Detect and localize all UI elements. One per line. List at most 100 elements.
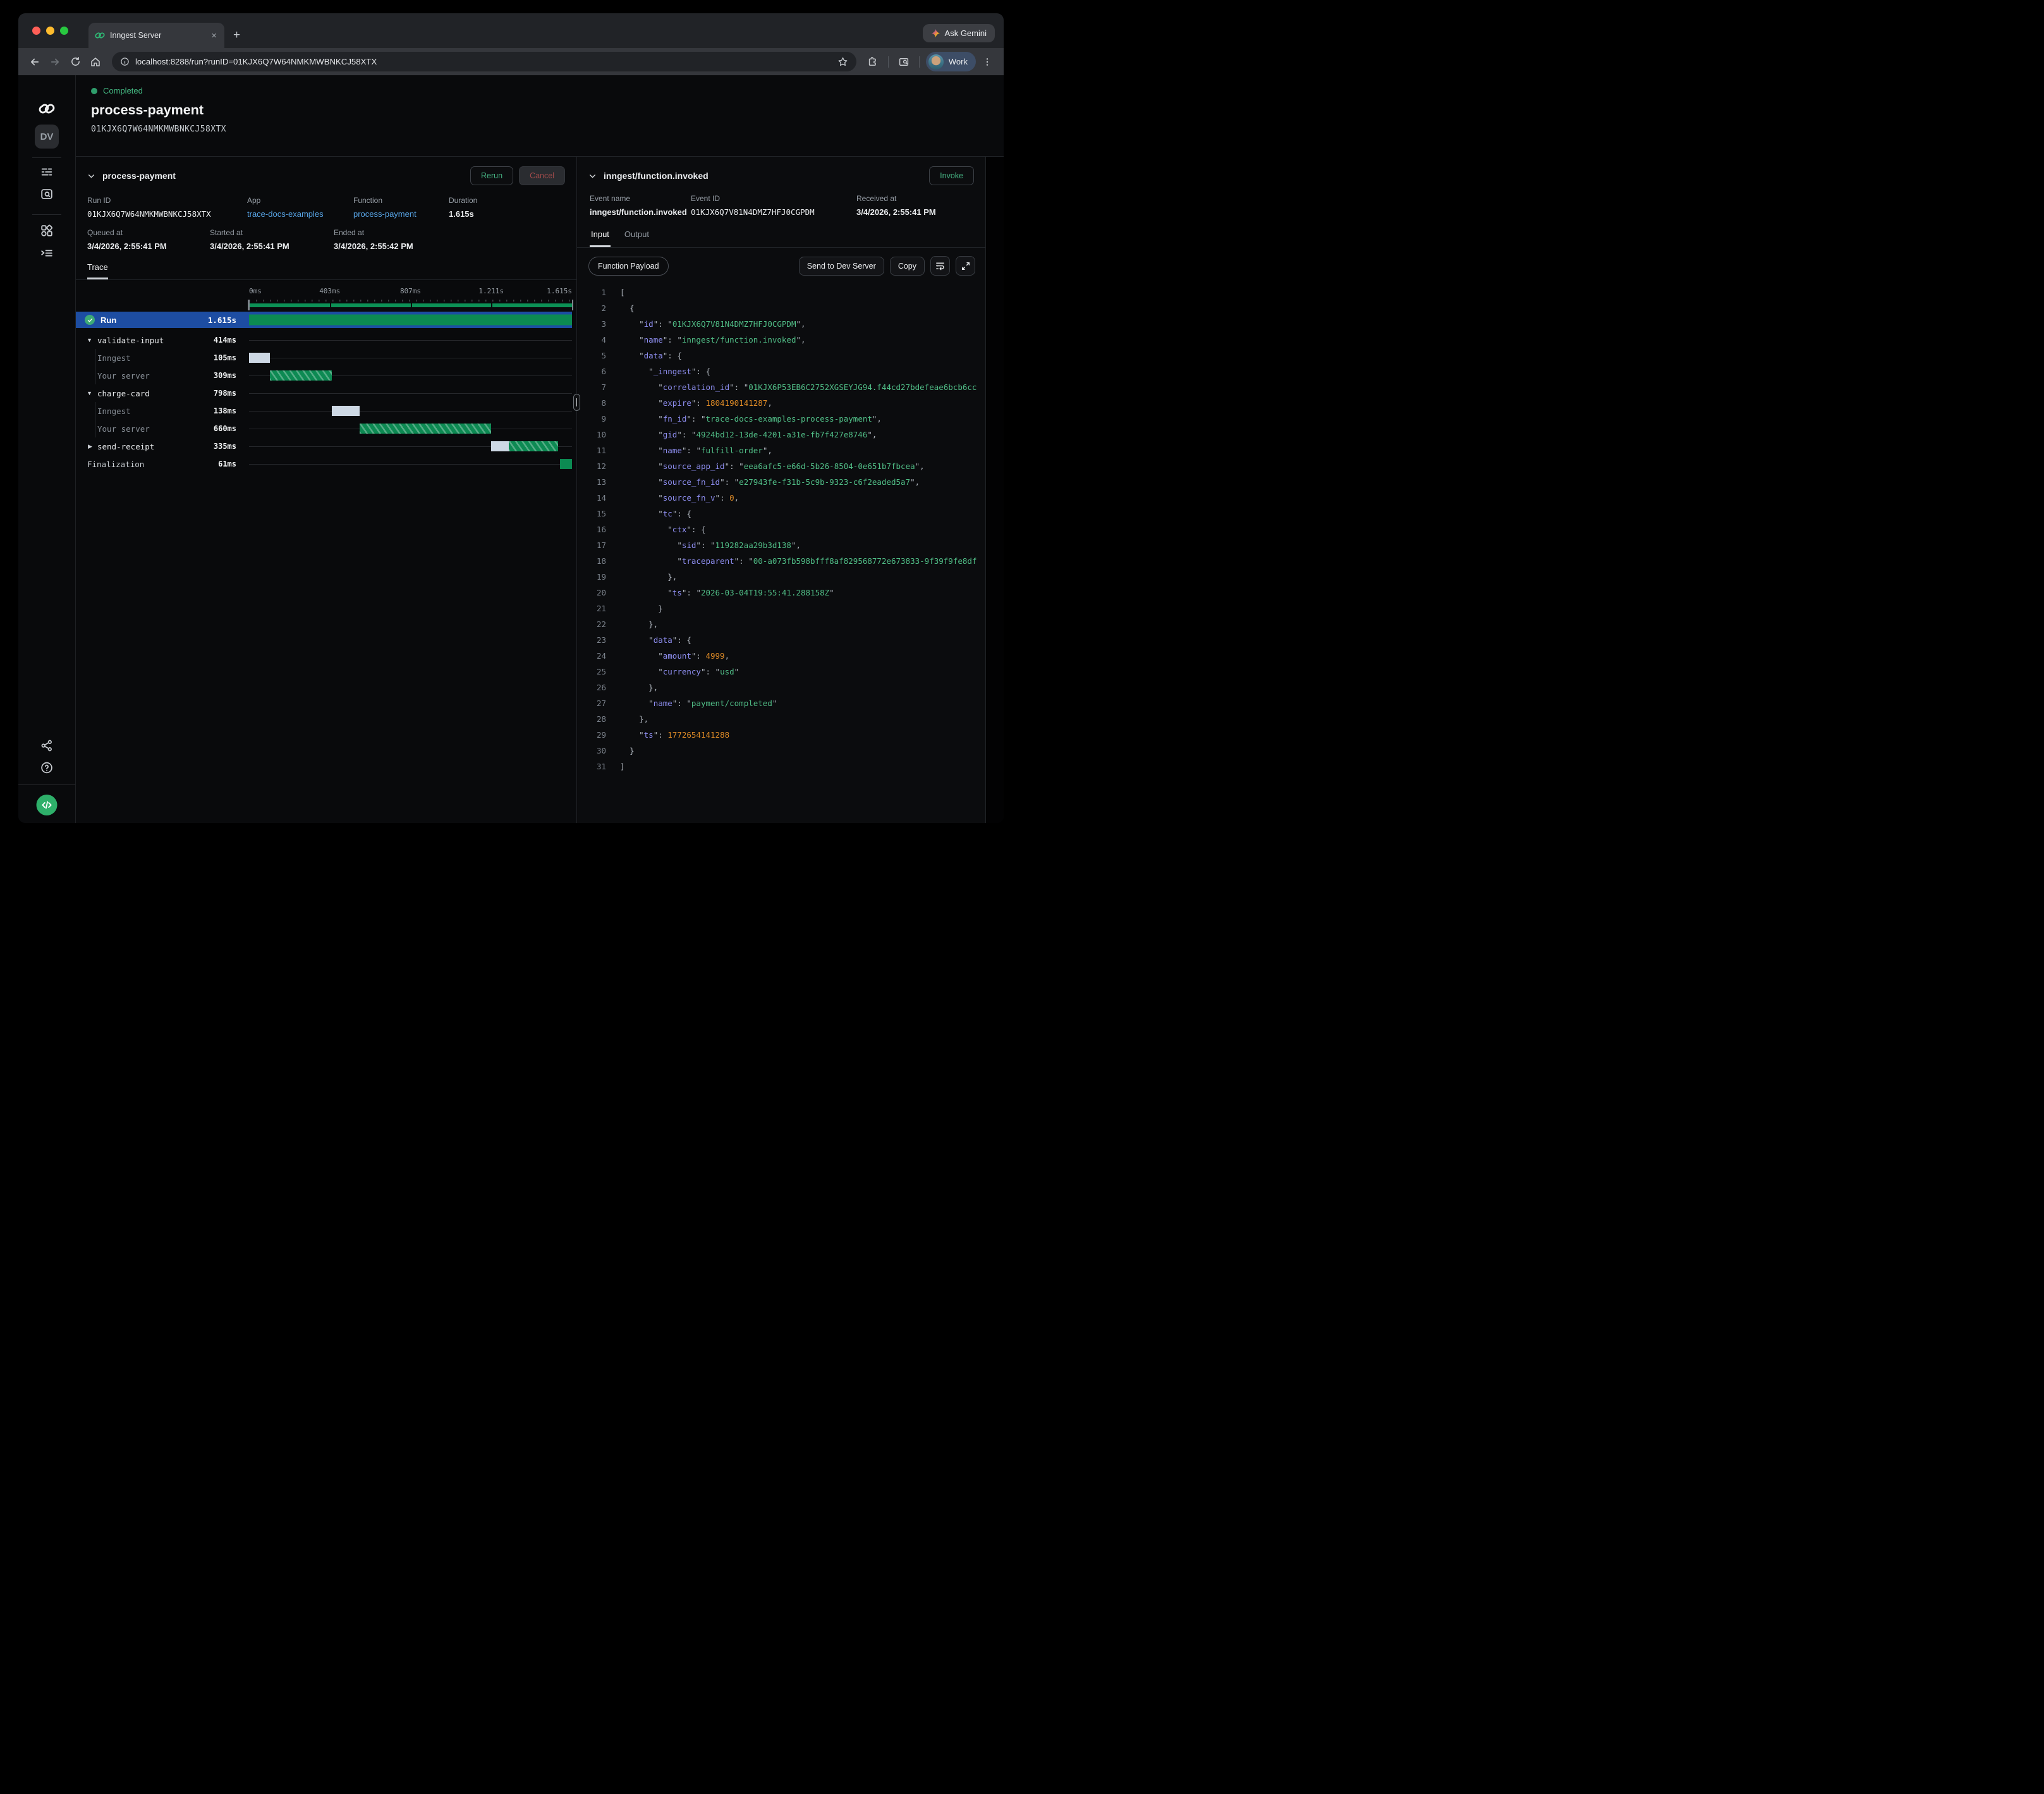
trace-row-run[interactable]: Run1.615s [76, 312, 572, 328]
trace-row-label: Your server [97, 371, 150, 381]
browser-toolbar: localhost:8288/run?runID=01KJX6Q7W64NMKM… [18, 48, 1004, 75]
code-line: 31] [577, 759, 985, 774]
trace-bar-hatch[interactable] [270, 370, 332, 381]
run-meta: Run ID 01KJX6Q7W64NMKMWBNKCJ58XTX App tr… [76, 192, 576, 251]
expand-fullscreen-icon[interactable] [956, 256, 975, 276]
run-id-value: 01KJX6Q7W64NMKMWBNKCJ58XTX [87, 209, 247, 219]
minimap-right-cap [572, 300, 574, 310]
share-feedback-icon[interactable] [40, 739, 54, 752]
copy-button[interactable]: Copy [890, 257, 925, 276]
trace-row-finalization[interactable]: Finalization61ms [76, 455, 576, 473]
app-link[interactable]: trace-docs-examples [247, 209, 353, 219]
collapse-chevron-down-icon[interactable] [588, 172, 597, 180]
trace-row-inngest[interactable]: Inngest138ms [76, 402, 576, 420]
event-search-icon[interactable] [40, 187, 54, 201]
trace-row-label: Inngest [97, 353, 131, 363]
code-text: }, [606, 616, 658, 632]
trace-row-validate-input[interactable]: ▼validate-input414ms [76, 331, 576, 349]
browser-profile-button[interactable]: Work [926, 52, 976, 71]
env-badge[interactable]: DV [35, 125, 59, 149]
line-number: 9 [577, 411, 606, 427]
forward-icon[interactable] [46, 53, 64, 71]
trace-waterfall: 0ms403ms807ms1.211s1.615s Run1.615s▼vali… [76, 280, 576, 823]
line-number: 5 [577, 348, 606, 363]
tab-favicon-inngest-icon [95, 30, 105, 40]
function-link[interactable]: process-payment [353, 209, 449, 219]
trace-row-send-receipt[interactable]: ▶send-receipt335ms [76, 437, 576, 455]
reload-icon[interactable] [66, 53, 84, 71]
apps-icon[interactable] [40, 224, 54, 238]
trace-row-charge-card[interactable]: ▼charge-card798ms [76, 384, 576, 402]
runs-list-icon[interactable] [40, 165, 54, 179]
code-text: "sid": "119282aa29b3d138", [606, 537, 801, 553]
duration-label: Duration [449, 196, 477, 205]
help-icon[interactable] [40, 761, 54, 774]
new-tab-button[interactable]: + [233, 28, 240, 42]
code-line: 16 "ctx": { [577, 522, 985, 537]
payload-code-viewer[interactable]: 1[2 {3 "id": "01KJX6Q7V81N4DMZ7HFJ0CGPDM… [577, 283, 985, 823]
trace-row-duration: 309ms [214, 371, 249, 380]
line-number: 7 [577, 379, 606, 395]
url-text[interactable]: localhost:8288/run?runID=01KJX6Q7W64NMKM… [135, 57, 377, 66]
code-text: } [606, 743, 635, 759]
trace-bar-queue[interactable] [249, 353, 270, 363]
cancel-button[interactable]: Cancel [519, 166, 565, 185]
bookmark-star-icon[interactable] [837, 56, 848, 67]
panel-divider [576, 157, 577, 823]
url-bar[interactable]: localhost:8288/run?runID=01KJX6Q7W64NMKM… [112, 52, 856, 71]
back-icon[interactable] [26, 53, 44, 71]
browser-tab-inngest-server[interactable]: Inngest Server × [88, 23, 224, 48]
extensions-icon[interactable] [864, 53, 882, 71]
trace-bar-queue[interactable] [491, 441, 509, 451]
code-line: 15 "tc": { [577, 506, 985, 522]
dev-tools-button[interactable] [37, 795, 58, 815]
rerun-button[interactable]: Rerun [470, 166, 513, 185]
tab-trace[interactable]: Trace [87, 262, 108, 279]
caret-right-icon[interactable]: ▶ [76, 443, 92, 450]
browser-menu-icon[interactable] [978, 53, 996, 71]
sidepanel-search-icon[interactable] [895, 53, 913, 71]
site-info-icon[interactable] [120, 57, 130, 66]
minimize-window-button[interactable] [46, 27, 54, 35]
code-line: 26 }, [577, 680, 985, 695]
terminal-logs-icon[interactable] [40, 246, 54, 260]
function-payload-pill[interactable]: Function Payload [588, 257, 669, 276]
code-line: 9 "fn_id": "trace-docs-examples-process-… [577, 411, 985, 427]
caret-down-icon[interactable]: ▼ [76, 337, 92, 343]
tab-input[interactable]: Input [590, 226, 611, 247]
tab-output[interactable]: Output [623, 226, 650, 247]
line-number: 25 [577, 664, 606, 680]
collapse-chevron-down-icon[interactable] [87, 172, 95, 180]
line-number: 12 [577, 458, 606, 474]
code-line: 18 "traceparent": "00-a073fb598bfff8af82… [577, 553, 985, 569]
close-window-button[interactable] [32, 27, 40, 35]
zoom-window-button[interactable] [60, 27, 68, 35]
trace-minimap[interactable] [249, 300, 572, 312]
run-details-panel: process-payment Rerun Cancel Run ID 01KJ… [76, 157, 576, 823]
word-wrap-icon[interactable] [930, 256, 950, 276]
trace-bar-hatch[interactable] [360, 424, 492, 434]
panel-resize-handle[interactable] [573, 394, 580, 411]
trace-bar-queue[interactable] [332, 406, 360, 416]
invoke-button[interactable]: Invoke [929, 166, 974, 185]
code-line: 17 "sid": "119282aa29b3d138", [577, 537, 985, 553]
trace-row-your-server[interactable]: Your server660ms [76, 420, 576, 437]
trace-row-inngest[interactable]: Inngest105ms [76, 349, 576, 367]
ask-gemini-button[interactable]: Ask Gemini [923, 24, 995, 42]
trace-row-track [249, 367, 572, 384]
inngest-logo-icon[interactable] [39, 101, 55, 117]
trace-bar-solid[interactable] [249, 315, 572, 326]
trace-bar-solid[interactable] [560, 459, 572, 469]
run-panel-tabs: Trace [76, 251, 576, 280]
axis-tick-label: 403ms [319, 287, 340, 295]
trace-row-your-server[interactable]: Your server 309ms [76, 367, 576, 384]
send-to-dev-server-button[interactable]: Send to Dev Server [799, 257, 884, 276]
code-text: [ [606, 284, 625, 300]
home-icon[interactable] [87, 53, 104, 71]
caret-down-icon[interactable]: ▼ [76, 390, 92, 396]
tab-close-icon[interactable]: × [210, 31, 218, 40]
trace-bar-hatch[interactable] [509, 441, 558, 451]
profile-name: Work [949, 57, 968, 66]
line-number: 17 [577, 537, 606, 553]
trace-row-duration: 414ms [214, 336, 249, 345]
